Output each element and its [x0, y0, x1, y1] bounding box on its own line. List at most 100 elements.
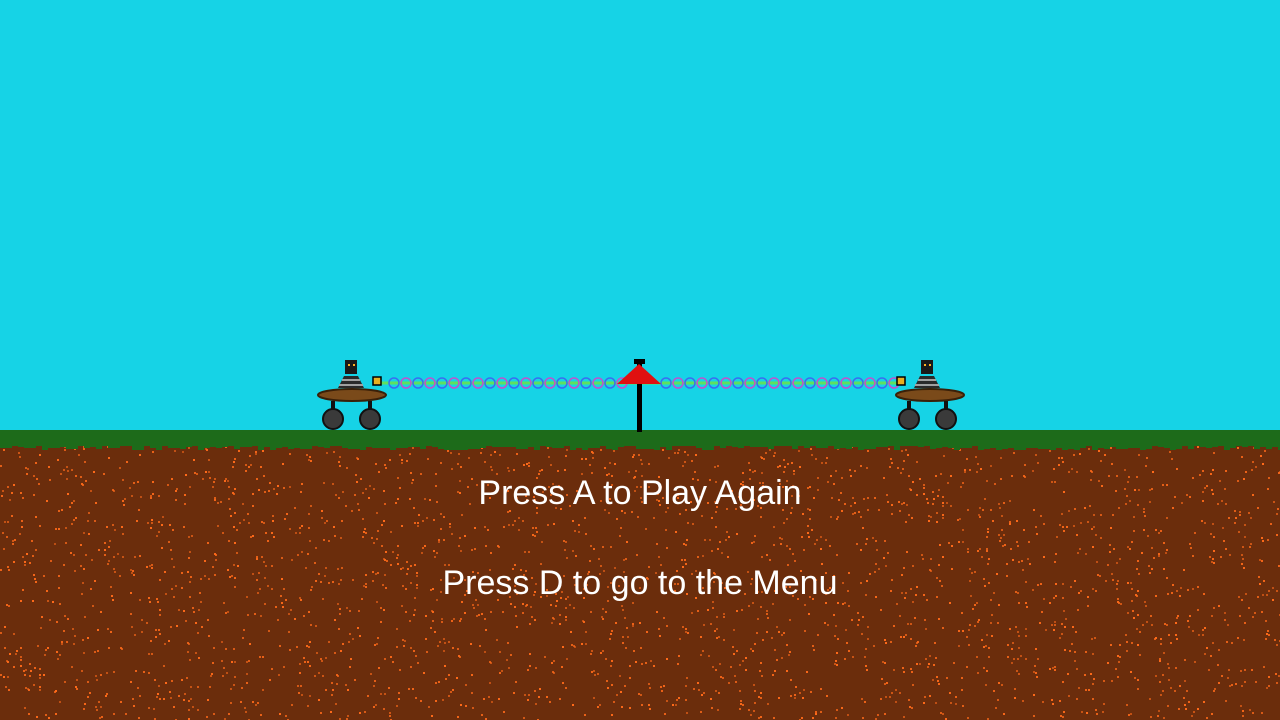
dirt-speck — [339, 613, 341, 615]
dirt-speck — [176, 625, 178, 627]
dirt-speck — [881, 678, 883, 680]
dirt-speck — [291, 704, 293, 706]
dirt-speck — [98, 549, 100, 551]
dirt-speck — [702, 650, 704, 652]
dirt-speck — [389, 715, 391, 717]
dirt-speck — [1110, 644, 1112, 646]
dirt-speck — [231, 661, 233, 663]
dirt-speck — [929, 655, 931, 657]
dirt-speck — [443, 539, 445, 541]
dirt-speck — [169, 524, 171, 526]
wheel-strut — [331, 401, 335, 410]
dirt-speck — [243, 629, 245, 631]
grass-tuft — [1086, 444, 1092, 446]
dirt-speck — [264, 603, 266, 605]
dirt-speck — [902, 667, 904, 669]
dirt-speck — [783, 522, 785, 524]
dirt-speck — [565, 619, 567, 621]
dirt-speck — [794, 694, 796, 696]
dirt-speck — [164, 643, 166, 645]
dirt-speck — [715, 669, 717, 671]
robot-stripe — [339, 384, 363, 386]
dirt-speck — [622, 609, 624, 611]
dirt-speck — [443, 638, 445, 640]
dirt-speck — [1035, 526, 1037, 528]
dirt-speck — [66, 641, 68, 643]
dirt-speck — [959, 518, 961, 520]
dirt-speck — [457, 716, 459, 718]
dirt-speck — [8, 605, 10, 607]
dirt-speck — [1241, 456, 1243, 458]
dirt-speck — [590, 653, 592, 655]
dirt-speck — [1261, 611, 1263, 613]
dirt-speck — [87, 520, 89, 522]
dirt-speck — [283, 666, 285, 668]
dirt-speck — [269, 679, 271, 681]
grass-tuft — [912, 444, 918, 446]
dirt-speck — [1206, 647, 1208, 649]
dirt-speck — [1100, 460, 1102, 462]
dirt-speck — [173, 706, 175, 708]
dirt-speck — [3, 676, 5, 678]
dirt-speck — [905, 634, 907, 636]
dirt-speck — [1035, 454, 1037, 456]
dirt-speck — [1112, 514, 1114, 516]
dirt-speck — [436, 552, 438, 554]
dirt-speck — [936, 521, 938, 523]
dirt-speck — [858, 619, 860, 621]
dirt-speck — [1169, 451, 1171, 453]
dirt-speck — [452, 647, 454, 649]
grass-tuft — [1014, 444, 1020, 450]
dirt-speck — [206, 716, 208, 718]
dirt-speck — [1002, 545, 1004, 547]
dirt-speck — [528, 694, 530, 696]
dirt-speck — [1218, 682, 1220, 684]
grass-tuft — [504, 444, 510, 447]
dirt-speck — [860, 516, 862, 518]
dirt-speck — [758, 696, 760, 698]
dirt-speck — [57, 459, 59, 461]
dirt-speck — [208, 635, 210, 637]
grass-tuft — [1068, 444, 1074, 449]
dirt-speck — [1117, 676, 1119, 678]
dirt-speck — [384, 658, 386, 660]
dirt-speck — [413, 650, 415, 652]
grass-tuft — [564, 444, 570, 446]
dirt-speck — [599, 704, 601, 706]
dirt-speck — [783, 459, 785, 461]
dirt-speck — [1009, 521, 1011, 523]
dirt-speck — [1091, 638, 1093, 640]
dirt-speck — [1080, 522, 1082, 524]
dirt-speck — [951, 545, 953, 547]
dirt-speck — [1201, 520, 1203, 522]
grass-tuft — [990, 444, 996, 448]
dirt-speck — [299, 527, 301, 529]
grass-tuft — [282, 444, 288, 447]
dirt-speck — [506, 659, 508, 661]
dirt-speck — [1274, 639, 1276, 641]
dirt-speck — [449, 523, 451, 525]
dirt-speck — [807, 525, 809, 527]
dirt-speck — [1130, 713, 1132, 715]
dirt-speck — [745, 657, 747, 659]
grass-tuft — [714, 444, 720, 446]
dirt-speck — [718, 692, 720, 694]
dirt-speck — [438, 681, 440, 683]
dirt-speck — [1119, 558, 1121, 560]
dirt-speck — [1209, 556, 1211, 558]
dirt-speck — [987, 531, 989, 533]
grass-tuft — [468, 444, 474, 449]
dirt-speck — [359, 712, 361, 714]
dirt-speck — [773, 526, 775, 528]
dirt-speck — [527, 669, 529, 671]
grass-tuft — [12, 444, 18, 446]
dirt-speck — [1244, 524, 1246, 526]
dirt-speck — [687, 632, 689, 634]
dirt-speck — [1011, 662, 1013, 664]
dirt-speck — [1075, 631, 1077, 633]
dirt-speck — [928, 515, 930, 517]
grass-tuft — [540, 444, 546, 446]
dirt-speck — [629, 665, 631, 667]
dirt-speck — [348, 641, 350, 643]
dirt-speck — [192, 706, 194, 708]
